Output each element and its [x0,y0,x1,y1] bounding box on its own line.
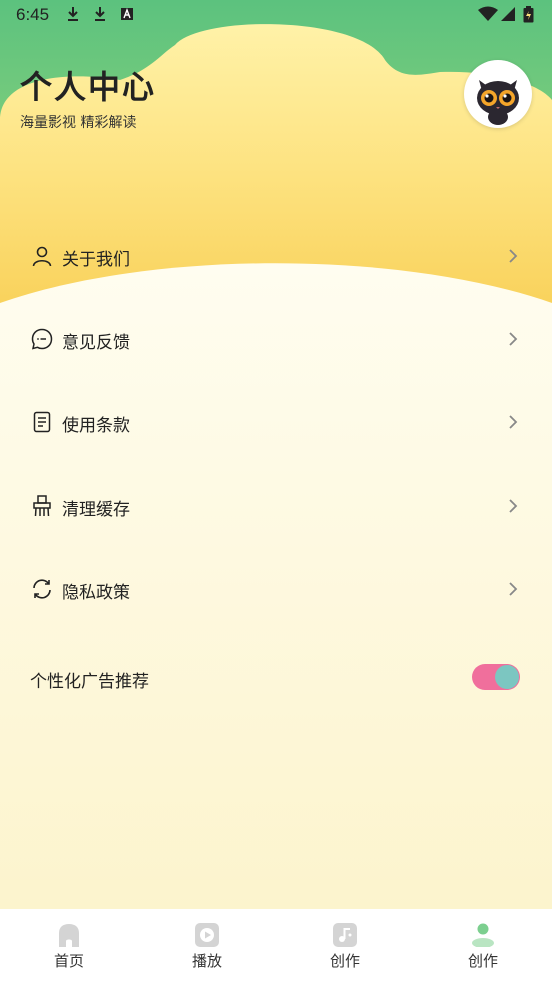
personalized-ads-label: 个性化广告推荐 [30,672,149,692]
tab-home[interactable]: 首页 [0,909,138,981]
play-icon [195,923,219,947]
menu-item-label: 隐私政策 [62,583,130,603]
chevron-right-icon [509,332,518,346]
chat-bubble-icon [31,328,53,350]
tab-create[interactable]: 创作 [276,909,414,981]
person-icon [32,246,52,267]
chevron-right-icon [509,499,518,513]
refresh-icon [33,579,51,599]
page-subtitle: 海量影视 精彩解读 [20,115,137,131]
menu-item-about[interactable]: 关于我们 [0,226,552,286]
tab-label: 创作 [329,952,360,970]
battery-icon [523,6,534,23]
personalized-ads-toggle[interactable] [472,664,520,690]
broom-icon [33,495,51,517]
bottom-tab-bar: 首页 播放 创作 创作 [0,909,552,981]
status-time: 6:45 [16,5,50,24]
download-icon [68,7,78,21]
menu-item-label: 意见反馈 [62,333,130,353]
toggle-knob [495,665,519,689]
page-title: 个人中心 [20,68,157,106]
download-icon [95,7,105,21]
music-note-icon [333,923,357,947]
tab-label: 创作 [467,952,498,970]
tab-play[interactable]: 播放 [138,909,276,981]
menu-item-terms[interactable]: 使用条款 [0,392,552,452]
avatar[interactable] [464,60,532,128]
menu-item-label: 使用条款 [62,416,130,436]
menu-item-feedback[interactable]: 意见反馈 [0,309,552,369]
signal-icon [501,7,515,21]
menu-item-label: 关于我们 [62,250,130,270]
chevron-right-icon [509,415,518,429]
personalized-ads-row: 个性化广告推荐 [0,648,552,708]
menu-item-clear-cache[interactable]: 清理缓存 [0,476,552,536]
document-icon [33,411,51,433]
tab-label: 首页 [53,952,84,970]
home-icon [59,924,79,947]
menu-item-privacy[interactable]: 隐私政策 [0,559,552,619]
status-bar: 6:45 [0,0,552,30]
wifi-icon [478,6,498,21]
app-notification-icon [121,8,133,20]
user-icon [472,923,494,947]
menu-item-label: 清理缓存 [62,500,130,520]
tab-label: 播放 [191,952,222,970]
chevron-right-icon [509,249,518,263]
black-cat-icon [477,80,519,125]
tab-profile[interactable]: 创作 [414,909,552,981]
chevron-right-icon [509,582,518,596]
